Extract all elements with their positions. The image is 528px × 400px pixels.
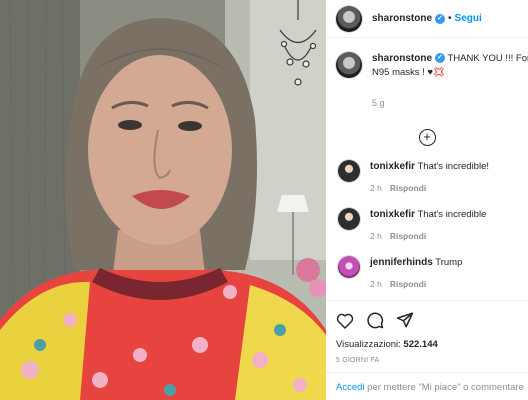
caption-timestamp[interactable]: 5 g	[372, 96, 528, 110]
caption-author-avatar[interactable]	[336, 52, 362, 78]
caption-text-line2: N95 masks ! ♥💢	[372, 67, 445, 78]
author-avatar[interactable]	[336, 5, 362, 32]
comment-time[interactable]: 2 h	[370, 279, 382, 289]
comment-text: That's incredible	[417, 209, 487, 220]
comment-avatar[interactable]	[338, 256, 360, 278]
caption-text: THANK YOU !!! For th	[447, 53, 528, 64]
comment-item: tonixkefir That's incredible! 2 h Rispond…	[326, 160, 528, 195]
verified-badge-icon: ✓	[435, 13, 446, 24]
reply-button[interactable]: Rispondi	[390, 183, 426, 193]
video-frame	[0, 0, 326, 400]
comment-username[interactable]: jenniferhinds	[370, 257, 433, 268]
views-label: Visualizzazioni:	[336, 339, 401, 350]
reply-button[interactable]: Rispondi	[390, 279, 426, 289]
login-link[interactable]: Accedi	[336, 382, 365, 393]
comment-text: Trump	[435, 257, 463, 268]
verified-badge-icon: ✓	[435, 53, 446, 64]
heart-icon[interactable]	[336, 312, 354, 329]
comment-avatar[interactable]	[338, 208, 360, 230]
post-video[interactable]	[0, 0, 326, 400]
comment-time[interactable]: 2 h	[370, 183, 382, 193]
comment-username[interactable]: tonixkefir	[370, 209, 415, 220]
plus-circle-icon[interactable]: +	[418, 129, 436, 146]
comment-icon[interactable]	[366, 311, 384, 329]
caption-author-username[interactable]: sharonstone	[372, 53, 432, 64]
share-icon[interactable]	[396, 311, 414, 329]
reply-button[interactable]: Rispondi	[390, 231, 426, 241]
post-side-panel: sharonstone ✓ • Segui sharonstone ✓ THANK…	[326, 0, 528, 400]
post-header: sharonstone ✓ • Segui	[326, 0, 528, 38]
load-more-comments: +	[326, 128, 528, 146]
login-prompt-text: per mettere "Mi piace" o commentare	[364, 382, 524, 393]
post-time-ago[interactable]: 5 GIORNI FA	[336, 357, 528, 364]
comment-time[interactable]: 2 h	[370, 231, 382, 241]
views-number: 522.144	[403, 339, 438, 350]
comment-item: tonixkefir That's incredible 2 h Rispondi	[326, 208, 528, 243]
comment-avatar[interactable]	[338, 160, 360, 182]
comment-item: jenniferhinds Trump 2 h Rispondi	[326, 256, 528, 291]
action-bar	[336, 311, 528, 329]
comment-text: That's incredible!	[417, 161, 489, 172]
separator-dot: •	[448, 13, 452, 24]
post-actions-section: Visualizzazioni: 522.144 5 GIORNI FA	[326, 300, 528, 364]
post-caption: sharonstone✓ THANK YOU !!! For th N95 ma…	[326, 38, 528, 110]
comment-list: tonixkefir That's incredible! 2 h Rispond…	[326, 160, 528, 291]
author-username[interactable]: sharonstone	[372, 13, 432, 24]
comment-username[interactable]: tonixkefir	[370, 161, 415, 172]
follow-button[interactable]: Segui	[455, 13, 482, 24]
login-prompt: Accedi per mettere "Mi piace" o commenta…	[326, 372, 528, 400]
views-count: Visualizzazioni: 522.144	[336, 339, 528, 350]
